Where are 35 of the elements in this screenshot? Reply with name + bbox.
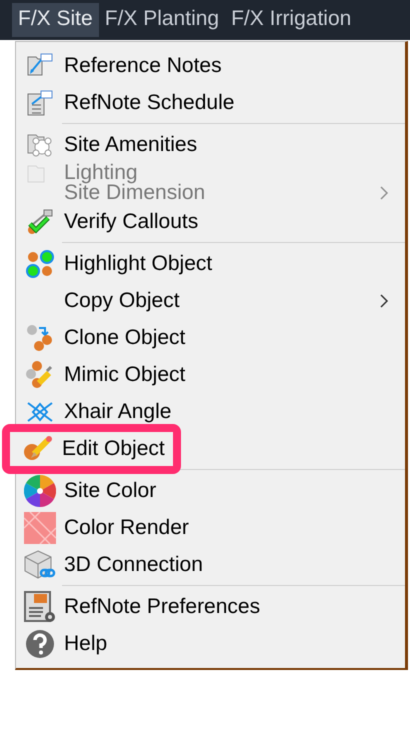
menu-tab[interactable]: F/X Irrigation xyxy=(225,3,358,37)
menu-item[interactable]: Edit Object xyxy=(62,436,165,460)
help-icon xyxy=(25,628,55,658)
menu-tab[interactable]: F/X Site xyxy=(12,3,99,37)
table-chairs-icon xyxy=(27,132,53,158)
menu-item[interactable]: Verify Callouts xyxy=(64,210,198,234)
menu-item[interactable]: Color Render xyxy=(64,516,189,540)
pencil-icon xyxy=(23,436,53,462)
note-callout-icon xyxy=(27,52,53,78)
menu-item[interactable]: Site Amenities xyxy=(64,132,198,156)
menu-item[interactable]: Copy Object xyxy=(64,288,180,312)
chevron-icon xyxy=(380,294,389,308)
menu-item[interactable]: Clone Object xyxy=(64,326,186,350)
schedule-gear-icon xyxy=(24,590,56,622)
check-icon xyxy=(26,208,54,234)
menu-item[interactable]: Mimic Object xyxy=(64,362,186,386)
schedule-icon xyxy=(27,90,53,116)
menu-tab[interactable]: F/X Planting xyxy=(98,3,226,37)
menu-item[interactable]: RefNote Schedule xyxy=(64,90,234,114)
menu-item[interactable]: Highlight Object xyxy=(64,252,212,276)
menu-item[interactable]: RefNote Preferences xyxy=(64,594,260,618)
dots-icon xyxy=(26,250,54,278)
menu-item[interactable]: Site Color xyxy=(64,478,156,502)
menu-item[interactable]: Help xyxy=(64,632,108,656)
menu-item[interactable]: Xhair Angle xyxy=(64,400,172,424)
brush-icon xyxy=(26,360,54,388)
menu-item[interactable]: 3D Connection xyxy=(64,552,203,576)
crosshair-icon xyxy=(26,400,54,422)
chevron-icon xyxy=(380,186,389,200)
menu-item[interactable]: Reference Notes xyxy=(64,54,222,78)
color-wheel-icon xyxy=(24,474,56,506)
pattern-icon xyxy=(24,512,56,544)
clone-icon xyxy=(26,324,54,352)
cube-link-icon xyxy=(24,550,56,580)
menu-item[interactable]: Lighting xyxy=(64,161,138,185)
